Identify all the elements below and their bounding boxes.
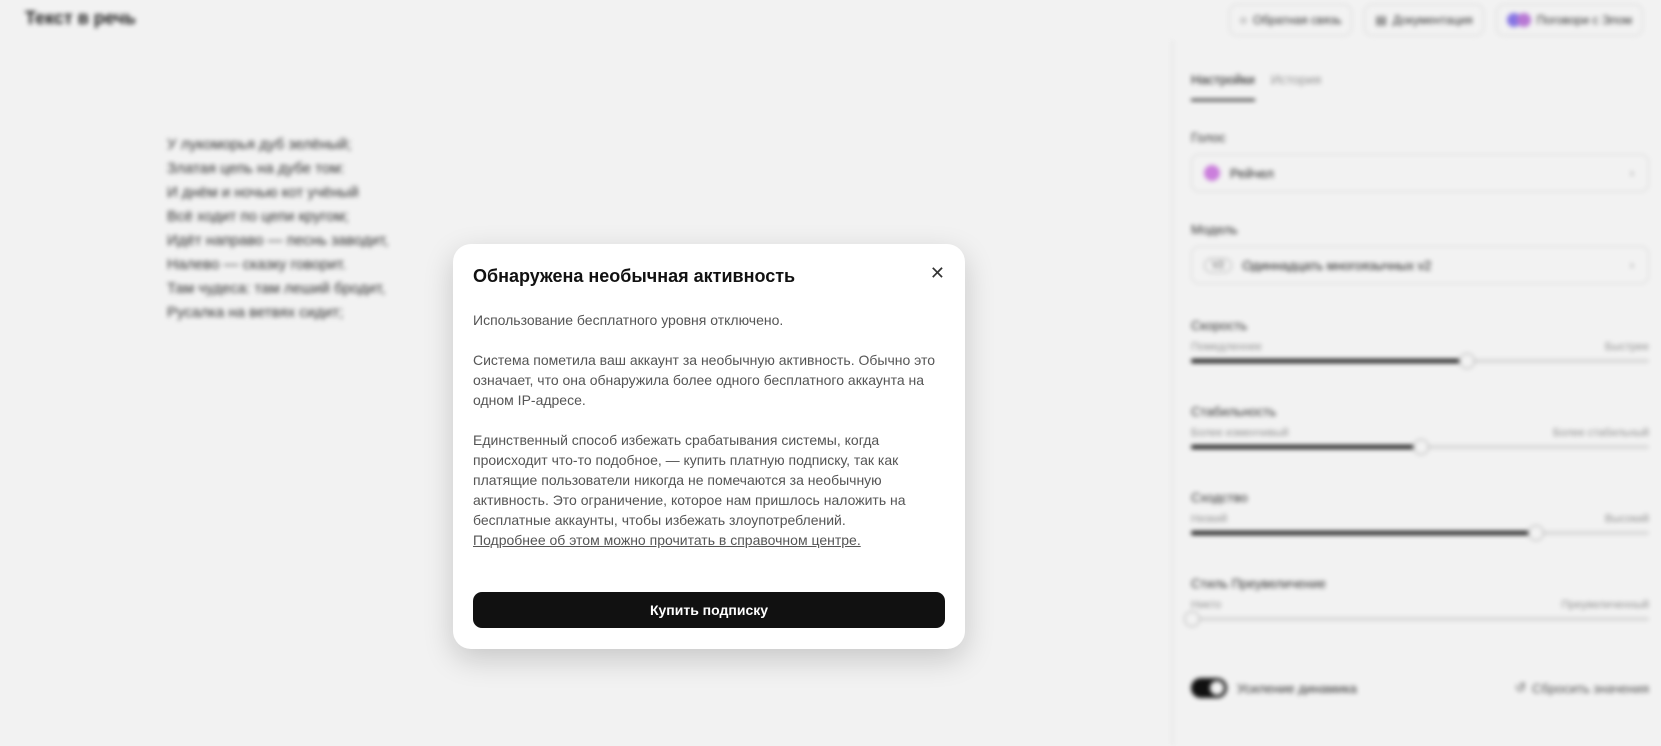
unusual-activity-modal: Обнаружена необычная активность ✕ Исполь… <box>453 244 965 649</box>
help-center-link[interactable]: Подробнее об этом можно прочитать в спра… <box>473 532 861 548</box>
modal-body: Использование бесплатного уровня отключе… <box>473 310 945 550</box>
buy-subscription-button[interactable]: Купить подписку <box>473 592 945 628</box>
modal-paragraph: Использование бесплатного уровня отключе… <box>473 312 784 328</box>
modal-paragraph: Система пометила ваш аккаунт за необычну… <box>473 352 936 408</box>
modal-paragraph: Единственный способ избежать срабатывани… <box>473 432 906 528</box>
modal-title: Обнаружена необычная активность <box>473 266 796 286</box>
close-icon[interactable]: ✕ <box>930 263 945 283</box>
